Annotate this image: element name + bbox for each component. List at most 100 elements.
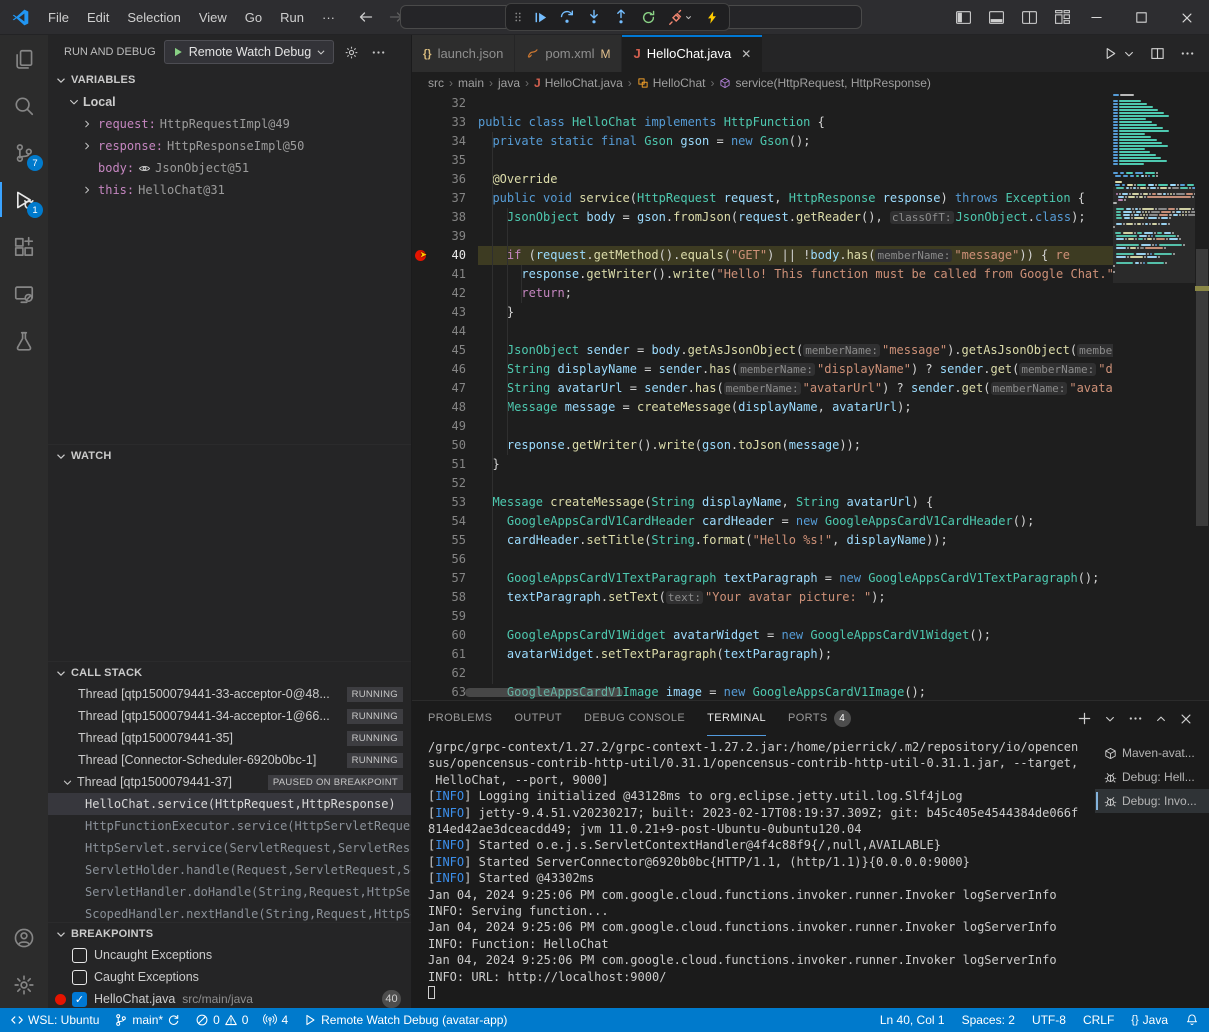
editor-scrollbar[interactable] [1195,94,1209,700]
continue-button[interactable] [528,5,552,29]
line-number[interactable]: 38 [412,208,478,227]
split-editor-icon[interactable] [1150,46,1165,61]
activity-remote-explorer[interactable] [0,270,48,317]
code-line[interactable]: 48 Message message = createMessage(displ… [412,398,1113,417]
toggle-secondary-sidebar-icon[interactable] [1021,9,1038,26]
activity-source-control[interactable]: 7 [0,129,48,176]
line-number[interactable]: 57 [412,569,478,588]
breadcrumb-item[interactable]: JHelloChat.java [534,76,623,90]
run-dropdown-icon[interactable] [1123,48,1135,60]
code-line[interactable]: 56 [412,550,1113,569]
code-line[interactable]: 51 } [412,455,1113,474]
close-window-button[interactable] [1164,0,1209,35]
code-line[interactable]: 58 textParagraph.setText(text:"Your avat… [412,588,1113,607]
variable-row[interactable]: response:HttpResponseImpl@50 [48,135,411,157]
breadcrumb-item[interactable]: src [428,76,444,90]
variable-row[interactable]: request:HttpRequestImpl@49 [48,113,411,135]
line-number[interactable]: 41 [412,265,478,284]
editor-more-actions-icon[interactable] [1180,46,1195,61]
activity-explorer[interactable] [0,35,48,82]
code-line[interactable]: 43 } [412,303,1113,322]
close-tab-icon[interactable]: ✕ [741,47,751,61]
tab-pom-xml[interactable]: pom.xmlM [515,35,622,72]
disconnect-button[interactable] [663,5,697,29]
menu-file[interactable]: File [39,0,78,35]
watch-header[interactable]: WATCH [48,444,411,466]
call-stack-thread[interactable]: Thread [Connector-Scheduler-6920b0bc-1]R… [48,749,411,771]
breakpoint-row[interactable]: Uncaught Exceptions [48,944,411,966]
code-line[interactable]: 62 [412,664,1113,683]
line-number[interactable]: 39 [412,227,478,246]
call-stack-thread[interactable]: Thread [qtp1500079441-37]PAUSED ON BREAK… [48,771,411,793]
breadcrumb-item[interactable]: HelloChat [637,76,706,90]
line-number[interactable]: 36 [412,170,478,189]
menu-view[interactable]: View [190,0,236,35]
menu-run[interactable]: Run [271,0,313,35]
line-number[interactable]: 34 [412,132,478,151]
line-number[interactable]: 51 [412,455,478,474]
line-number[interactable]: 61 [412,645,478,664]
maximize-button[interactable] [1119,0,1164,35]
tab-hellochat-java[interactable]: JHelloChat.java✕ [622,35,763,72]
breakpoint-checkbox[interactable]: ✓ [72,992,87,1007]
call-stack-thread[interactable]: Thread [qtp1500079441-34-acceptor-1@66..… [48,705,411,727]
stack-frame[interactable]: ServletHolder.handle(Request,ServletRequ… [48,859,411,881]
code-line[interactable]: 35 [412,151,1113,170]
line-number[interactable]: 45 [412,341,478,360]
activity-accounts[interactable] [0,914,48,961]
status-utf-8[interactable]: UTF-8 [1032,1013,1066,1027]
status-remote-watch-debug-avatar-app-[interactable]: Remote Watch Debug (avatar-app) [303,1013,507,1027]
line-number[interactable]: 32 [412,94,478,113]
code-line[interactable]: 60 GoogleAppsCardV1Widget avatarWidget =… [412,626,1113,645]
menu-go[interactable]: Go [236,0,271,35]
code-line[interactable]: 41 response.getWriter().write("Hello! Th… [412,265,1113,284]
code-line[interactable]: 40➤ if (request.getMethod().equals("GET"… [412,246,1113,265]
code-line[interactable]: 52 [412,474,1113,493]
status-crlf[interactable]: CRLF [1083,1013,1114,1027]
code-line[interactable]: 36 @Override [412,170,1113,189]
code-line[interactable]: 61 avatarWidget.setTextParagraph(textPar… [412,645,1113,664]
line-number[interactable]: 62 [412,664,478,683]
code-line[interactable]: 37 public void service(HttpRequest reque… [412,189,1113,208]
toggle-panel-icon[interactable] [988,9,1005,26]
close-panel-icon[interactable] [1179,712,1193,726]
code-line[interactable]: 32 [412,94,1113,113]
code-line[interactable]: 33public class HelloChat implements Http… [412,113,1113,132]
step-out-button[interactable] [609,5,633,29]
activity-testing[interactable] [0,317,48,364]
activity-run-and-debug[interactable]: 1 [0,176,48,223]
breakpoint-row[interactable]: Caught Exceptions [48,966,411,988]
activity-search[interactable] [0,82,48,129]
stack-frame[interactable]: ServletHandler.doHandle(String,Request,H… [48,881,411,903]
panel-tab-output[interactable]: OUTPUT [514,701,562,736]
line-number[interactable]: 47 [412,379,478,398]
code-line[interactable]: 45 JsonObject sender = body.getAsJsonObj… [412,341,1113,360]
status-main-[interactable]: main* [114,1013,180,1027]
variables-header[interactable]: VARIABLES [48,69,411,91]
minimap-slider[interactable] [1113,187,1195,283]
line-number[interactable]: 35 [412,151,478,170]
variable-row[interactable]: body:JsonObject@51 [48,157,411,179]
status-java[interactable]: {}Java [1131,1013,1168,1027]
panel-tab-problems[interactable]: PROBLEMS [428,701,492,736]
terminal-instance[interactable]: Maven-avat... [1095,741,1209,765]
menu-edit[interactable]: Edit [78,0,118,35]
line-number[interactable]: 55 [412,531,478,550]
line-number[interactable]: 49 [412,417,478,436]
code-line[interactable]: 38 JsonObject body = gson.fromJson(reque… [412,208,1113,227]
maximize-panel-icon[interactable] [1155,713,1167,725]
step-into-button[interactable] [582,5,606,29]
code-editor[interactable]: 3233public class HelloChat implements Ht… [412,94,1209,700]
sidebar-more-actions-icon[interactable] [371,45,386,60]
panel-tab-terminal[interactable]: TERMINAL [707,701,766,736]
tab-launch-json[interactable]: {}launch.json [412,35,515,72]
code-line[interactable]: 34 private static final Gson gson = new … [412,132,1113,151]
code-line[interactable]: 47 String avatarUrl = sender.has(memberN… [412,379,1113,398]
line-number[interactable]: 46 [412,360,478,379]
line-number[interactable]: 54 [412,512,478,531]
breakpoint-checkbox[interactable] [72,970,87,985]
breadcrumb-item[interactable]: main [458,76,484,90]
line-number[interactable]: 50 [412,436,478,455]
restart-button[interactable] [636,5,660,29]
debug-settings-gear-icon[interactable] [344,45,359,60]
